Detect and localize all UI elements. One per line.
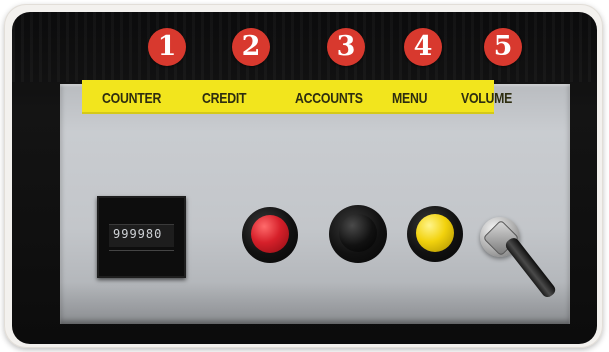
panel-shadow xyxy=(60,282,570,324)
counter-digits: 999980 xyxy=(113,227,163,241)
mechanical-counter: 999980 xyxy=(97,196,186,278)
counter-divider xyxy=(109,250,174,251)
control-panel-photo: 1 2 3 4 5 COUNTER CREDIT ACCOUNTS MENU V… xyxy=(12,12,597,344)
badge-accounts: 3 xyxy=(327,28,365,66)
label-credit: CREDIT xyxy=(202,90,247,107)
label-volume: VOLUME xyxy=(461,90,513,107)
counter-window: 999980 xyxy=(109,224,174,247)
badge-volume: 5 xyxy=(484,28,522,66)
badge-credit: 2 xyxy=(232,28,270,66)
label-menu: MENU xyxy=(392,90,428,107)
menu-button[interactable] xyxy=(416,214,454,252)
label-counter: COUNTER xyxy=(102,90,162,107)
credit-button[interactable] xyxy=(251,215,289,253)
badge-counter: 1 xyxy=(148,28,186,66)
label-accounts: ACCOUNTS xyxy=(295,90,363,107)
accounts-button[interactable] xyxy=(339,214,377,252)
badge-menu: 4 xyxy=(404,28,442,66)
